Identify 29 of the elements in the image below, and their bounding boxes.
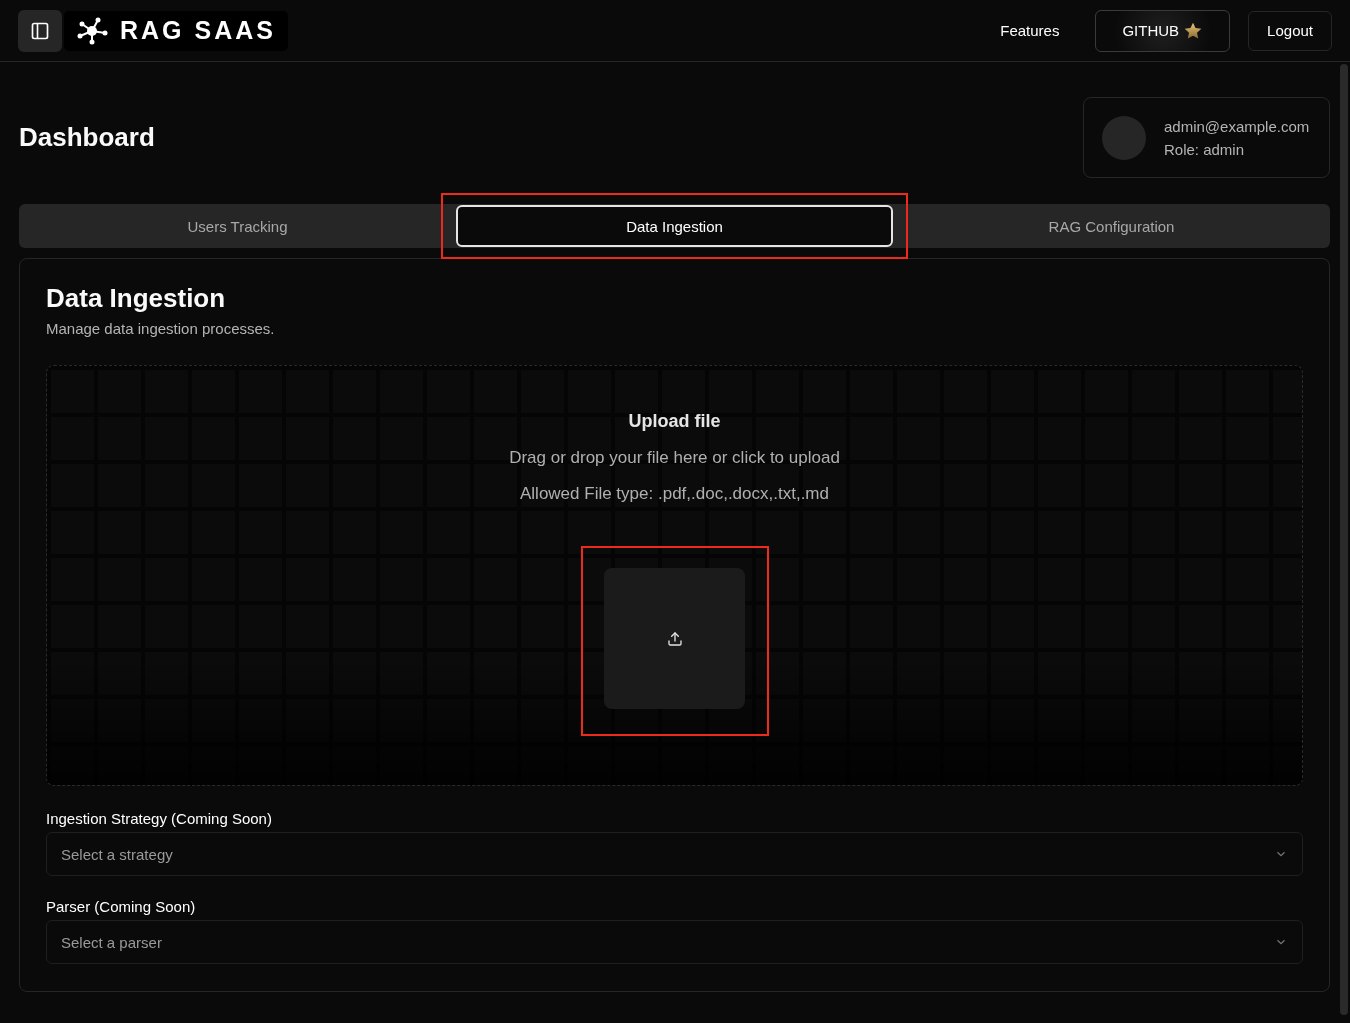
field-label: Parser (Coming Soon) (46, 898, 197, 915)
avatar (1102, 115, 1146, 160)
scrollbar-thumb[interactable] (1340, 64, 1348, 1015)
upload-hint: Drag or drop your file here or click to upload (509, 448, 840, 468)
logout-button[interactable]: Logout (1248, 10, 1332, 51)
network-node-icon (76, 15, 108, 46)
tab[interactable]: RAG Configuration (893, 205, 1330, 247)
select-placeholder: Select a parser (61, 933, 162, 951)
github-button[interactable]: GITHUB (1095, 9, 1231, 52)
user-role: Role: admin (1164, 140, 1246, 158)
page-title: Dashboard (19, 122, 155, 153)
upload-button[interactable] (604, 568, 745, 709)
sidebar-icon (30, 20, 50, 41)
upload-title: Upload file (628, 411, 721, 432)
field-label: Ingestion Strategy (Coming Soon) (46, 810, 273, 827)
select-field[interactable]: Select a parser (46, 920, 1303, 964)
user-email: admin@example.com (1164, 117, 1310, 135)
select-field[interactable]: Select a strategy (46, 832, 1303, 876)
panel-description: Manage data ingestion processes. (46, 320, 276, 337)
sidebar-toggle-button[interactable] (18, 9, 62, 52)
tab[interactable]: Users Tracking (19, 205, 456, 247)
upload-icon (666, 630, 683, 647)
allowed-file-types: Allowed File type: .pdf,.doc,.docx,.txt,.md (520, 484, 829, 504)
tab[interactable]: Data Ingestion (456, 205, 893, 247)
upload-dropzone[interactable]: Upload file Drag or drop your file here or click to upload Allowed File type: .pdf,.doc,.docx,.txt,.md (46, 365, 1303, 786)
features-link[interactable]: Features (982, 22, 1078, 39)
logo-text: RAG SAAS (120, 16, 276, 45)
panel-title: Data Ingestion (46, 283, 227, 314)
select-placeholder: Select a strategy (61, 845, 173, 863)
